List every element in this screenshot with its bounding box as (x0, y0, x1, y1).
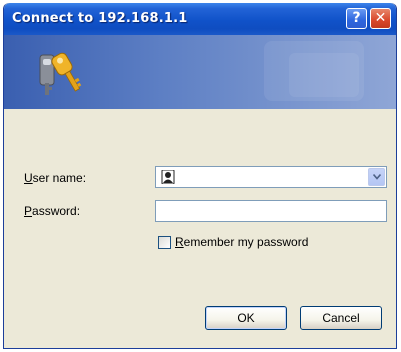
close-button[interactable]: ✕ (370, 8, 391, 29)
keys-icon (39, 52, 82, 95)
remember-password-label[interactable]: Remember my password (175, 235, 308, 249)
password-field[interactable] (155, 200, 387, 222)
remember-password-checkbox[interactable] (158, 236, 171, 249)
help-button[interactable]: ? (346, 8, 367, 29)
window-title: Connect to 192.168.1.1 (12, 11, 188, 26)
dropdown-button[interactable] (368, 168, 385, 186)
banner-decoration-inner (289, 53, 359, 97)
password-label: Password: (24, 204, 81, 218)
titlebar[interactable]: Connect to 192.168.1.1 ? ✕ (4, 3, 396, 35)
ok-button[interactable]: OK (205, 306, 287, 330)
user-icon (161, 170, 175, 184)
chevron-down-icon (373, 174, 381, 180)
user-name-combobox[interactable] (155, 166, 387, 188)
cancel-button[interactable]: Cancel (300, 306, 382, 330)
dialog-banner (4, 35, 396, 109)
user-name-label: User name: (24, 171, 87, 185)
